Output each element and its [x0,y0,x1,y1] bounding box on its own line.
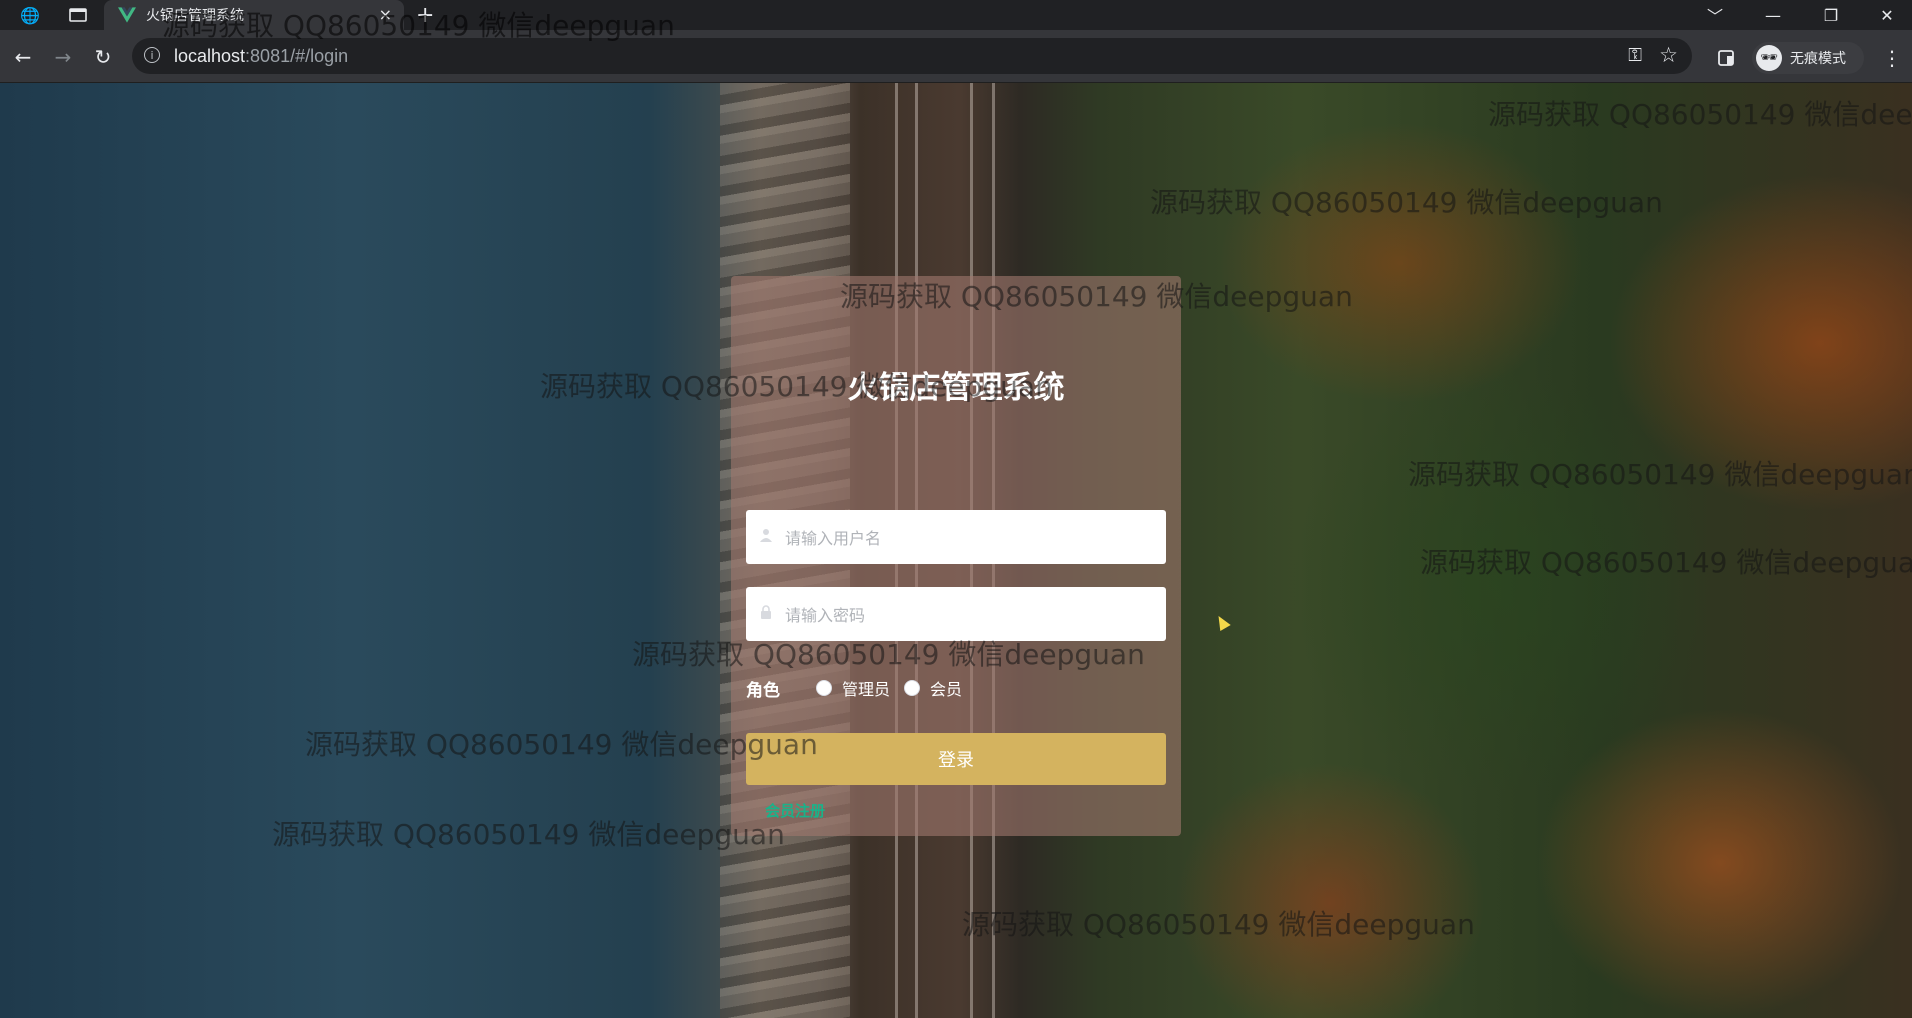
username-field[interactable] [746,510,1166,566]
globe-icon[interactable]: 🌐 [18,4,42,26]
key-icon[interactable]: ⚿ [1628,45,1642,66]
role-radio-member[interactable] [904,680,921,696]
profile-label: 无痕模式 [1790,51,1846,67]
menu-kebab-icon[interactable]: ⋮ [1882,46,1902,70]
role-option-member[interactable]: 会员 [930,676,962,700]
reload-icon[interactable]: ↻ [90,44,116,70]
role-label: 角色 [746,680,780,701]
watermark: 源码获取 QQ86050149 微信deepguan [272,818,785,851]
close-window-icon[interactable]: ✕ [1862,0,1912,30]
role-radio-admin[interactable] [816,680,832,696]
watermark: 源码获取 QQ86050149 微信deepguan [1420,546,1912,579]
bookmark-star-icon[interactable]: ☆ [1659,43,1678,67]
info-icon[interactable]: i [144,47,160,63]
watermark: 源码获取 QQ86050149 微信deepguan [632,638,1145,671]
incognito-profile-button[interactable]: 🕶 无痕模式 [1752,42,1864,74]
reading-list-icon[interactable] [1718,50,1734,66]
user-icon [759,528,773,544]
watermark: 源码获取 QQ86050149 微信deepguan [962,908,1475,941]
tab-search-icon[interactable] [66,4,90,26]
watermark: 源码获取 QQ86050149 微信deepguan [540,370,1053,403]
watermark: 源码获取 QQ86050149 微信deepguan [1488,98,1912,131]
watermark: 源码获取 QQ86050149 微信deepguan [162,9,675,42]
url-text[interactable]: localhost:8081/#/login [174,46,348,67]
role-selector: 角色 管理员 会员 [746,676,976,701]
back-icon[interactable]: ← [10,44,36,70]
lock-icon [759,605,773,621]
mouse-cursor-icon [1213,612,1231,632]
vue-logo-icon [118,7,136,23]
role-option-admin[interactable]: 管理员 [842,676,890,700]
username-input[interactable] [783,510,1157,566]
watermark: 源码获取 QQ86050149 微信deepguan [840,280,1353,313]
watermark: 源码获取 QQ86050149 微信deepguan [1408,458,1912,491]
tab-list-icon[interactable]: ﹀ [1690,0,1740,30]
watermark: 源码获取 QQ86050149 微信deepguan [305,728,818,761]
restore-icon[interactable]: ❐ [1806,0,1856,30]
login-page: 火锅店管理系统 角色 管理员 会员 登录 会员注册 源码获取 QQ8605014… [0,83,1912,1018]
forward-icon[interactable]: → [50,44,76,70]
watermark: 源码获取 QQ86050149 微信deepguan [1150,186,1663,219]
incognito-icon: 🕶 [1756,45,1782,71]
minimize-icon[interactable]: — [1748,0,1798,30]
